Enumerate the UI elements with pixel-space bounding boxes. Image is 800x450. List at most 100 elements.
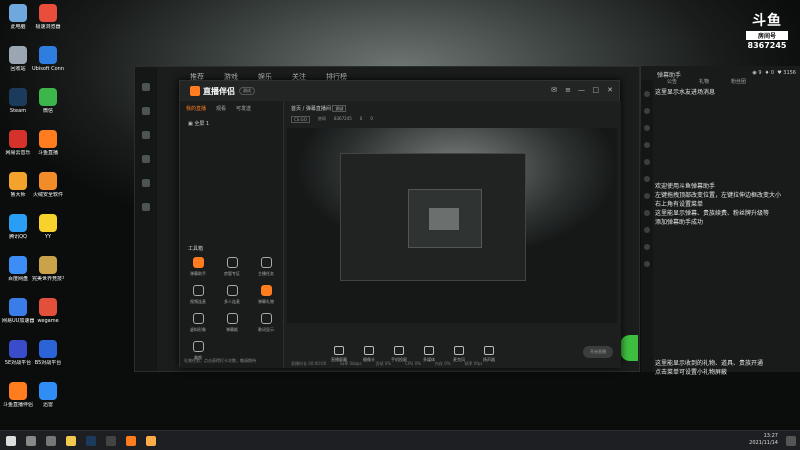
menu-icon[interactable]: ≡ bbox=[565, 86, 571, 94]
desktop-icon-label: B5对战平台 bbox=[34, 360, 62, 366]
desktop-icon[interactable]: 百度网盘 bbox=[2, 256, 34, 296]
app-icon bbox=[39, 46, 57, 64]
tab-fanclub[interactable]: 粉丝团 bbox=[731, 78, 746, 85]
msg-line: 点击菜单可设置小礼物屏蔽 bbox=[655, 369, 728, 376]
desktop-icon[interactable]: YY bbox=[32, 214, 64, 254]
sidebar-icon[interactable] bbox=[142, 155, 150, 163]
control-icon bbox=[454, 346, 464, 355]
desktop-icon-label: 迅雷 bbox=[42, 402, 53, 408]
minimize-icon[interactable]: — bbox=[578, 86, 585, 94]
stream-preview[interactable] bbox=[287, 128, 617, 323]
desktop-icon[interactable]: Ubisoft Connect bbox=[32, 46, 64, 86]
desktop-icon[interactable]: 腾讯QQ bbox=[2, 214, 34, 254]
toolbox-item[interactable]: 弹幕助手 bbox=[184, 257, 212, 283]
explorer-icon[interactable] bbox=[66, 436, 76, 446]
msg-line: 添加弹幕助手成功 bbox=[655, 219, 704, 226]
background-live-button[interactable] bbox=[620, 335, 638, 361]
sidebar-icon[interactable] bbox=[142, 107, 150, 115]
windows-start-icon[interactable] bbox=[6, 436, 16, 446]
recursive-preview bbox=[340, 153, 526, 281]
sidebar-icon[interactable] bbox=[142, 131, 150, 139]
system-clock[interactable]: 13:27 2021/11/14 bbox=[749, 433, 778, 447]
douyu-logo: 斗鱼 bbox=[752, 13, 782, 29]
clock-date: 2021/11/14 bbox=[749, 440, 778, 446]
start-live-button[interactable]: 开始直播 bbox=[583, 346, 613, 358]
game-tag[interactable]: CS:GO bbox=[291, 116, 310, 123]
desktop-icon[interactable]: 网易UU加速器 bbox=[2, 298, 34, 338]
desktop-icon[interactable]: 火绒安全软件 bbox=[32, 172, 64, 212]
room-tag: 房间 bbox=[317, 116, 326, 121]
app-icon bbox=[39, 130, 57, 148]
desktop-icon[interactable]: 迅雷 bbox=[32, 382, 64, 422]
app-icon bbox=[9, 46, 27, 64]
tab-notice[interactable]: 公告 bbox=[667, 78, 677, 85]
msg-line: 左键拖拽顶部改变位置，左键拉伸边框改变大小 bbox=[655, 192, 782, 199]
app-icon bbox=[9, 256, 27, 274]
tool-icon bbox=[192, 257, 204, 268]
toolbox-item[interactable]: 房管专区 bbox=[218, 257, 246, 283]
version-badge: 测试 bbox=[239, 87, 255, 95]
desktop-icon[interactable]: wegame bbox=[32, 298, 64, 338]
crumb-tag: 测试 bbox=[332, 105, 347, 112]
toolbox-item[interactable]: 弹幕姬 bbox=[218, 313, 246, 339]
breadcrumb-text: 首页 / 弹幕直播间 bbox=[291, 106, 331, 112]
desktop-icon[interactable]: 鲁大师 bbox=[2, 172, 34, 212]
notification-icon[interactable] bbox=[786, 436, 796, 446]
toolbox-item[interactable]: 多人连麦 bbox=[218, 285, 246, 311]
desktop-icon[interactable]: B5对战平台 bbox=[32, 340, 64, 380]
msg-line: 这里能显示收到的礼物、道具、贵族开通 bbox=[655, 360, 764, 367]
steam-taskbar-icon[interactable] bbox=[86, 436, 96, 446]
danmaku-helper-panel: 弹幕助手 ◉ 9 ♦ 0 ♥ 3156 公告 礼物 粉丝团 这里显示水友进场消息… bbox=[641, 66, 800, 376]
desktop-icon-label: 微信 bbox=[42, 108, 53, 114]
sidebar-icon[interactable] bbox=[142, 179, 150, 187]
room-id: 8367245 bbox=[333, 116, 352, 121]
app-taskbar-icon[interactable] bbox=[106, 436, 116, 446]
app-icon bbox=[9, 340, 27, 358]
close-icon[interactable]: ✕ bbox=[607, 86, 613, 94]
scene-item[interactable]: ▣ 全屏 1 bbox=[180, 116, 283, 131]
stat-viewers: 9 bbox=[758, 70, 762, 76]
desktop-icon-label: wegame bbox=[37, 318, 59, 324]
background-sidebar bbox=[135, 67, 157, 371]
window-titlebar[interactable]: 直播伴侣 测试 ✉ ≡ — □ ✕ bbox=[180, 81, 619, 101]
mail-icon[interactable]: ✉ bbox=[551, 86, 557, 94]
desktop-icon[interactable]: 极速浏览器 bbox=[32, 4, 64, 44]
tab-gift[interactable]: 礼物 bbox=[699, 78, 709, 85]
tab-send[interactable]: 可发送 bbox=[236, 105, 251, 112]
desktop-icon[interactable]: 网易云音乐 bbox=[2, 130, 34, 170]
toolbox-item[interactable]: 弹幕礼物 bbox=[252, 285, 280, 311]
app-title: 直播伴侣 bbox=[203, 86, 235, 96]
desktop-icon[interactable]: 回收站 bbox=[2, 46, 34, 86]
search-icon[interactable] bbox=[26, 436, 36, 446]
tab-watch[interactable]: 观看 bbox=[216, 105, 226, 112]
status-item: 帧率 0fps bbox=[464, 361, 483, 366]
tab-my-live[interactable]: 我的直播 bbox=[186, 105, 206, 112]
task-view-icon[interactable] bbox=[46, 436, 56, 446]
desktop-icon-label: 极速浏览器 bbox=[35, 24, 61, 30]
toolbox-item[interactable]: 歌词显示 bbox=[252, 313, 280, 339]
desktop-icon[interactable]: 微信 bbox=[32, 88, 64, 128]
hot-count: 0 bbox=[370, 116, 373, 121]
maximize-icon[interactable]: □ bbox=[592, 86, 599, 94]
desktop-icon[interactable]: 5E对战平台 bbox=[2, 340, 34, 380]
desktop-icon[interactable]: 斗鱼直播伴侣 bbox=[2, 382, 34, 422]
viewer-icon: ◉ bbox=[752, 70, 757, 76]
desktop-icon[interactable]: 斗鱼直播 bbox=[32, 130, 64, 170]
live-companion-taskbar-icon[interactable] bbox=[126, 436, 136, 446]
app-icon bbox=[9, 382, 27, 400]
desktop-icon[interactable]: Steam bbox=[2, 88, 34, 128]
tool-label: 虚拟形象 bbox=[190, 327, 206, 332]
tool-label: 房管专区 bbox=[224, 271, 240, 276]
sidebar-icon[interactable] bbox=[142, 83, 150, 91]
app-icon bbox=[39, 298, 57, 316]
toolbox-item[interactable]: 视频连麦 bbox=[184, 285, 212, 311]
app-icon bbox=[9, 172, 27, 190]
toolbox-item[interactable]: 主播任务 bbox=[252, 257, 280, 283]
douyu-taskbar-icon[interactable] bbox=[146, 436, 156, 446]
toolbox-item[interactable]: 虚拟形象 bbox=[184, 313, 212, 339]
sidebar-icon[interactable] bbox=[142, 203, 150, 211]
fans-icon: ♥ bbox=[777, 70, 782, 76]
desktop-icon[interactable]: 完美世界竞技平台 bbox=[32, 256, 64, 296]
app-icon bbox=[39, 214, 57, 232]
desktop-icon[interactable]: 此电脑 bbox=[2, 4, 34, 44]
